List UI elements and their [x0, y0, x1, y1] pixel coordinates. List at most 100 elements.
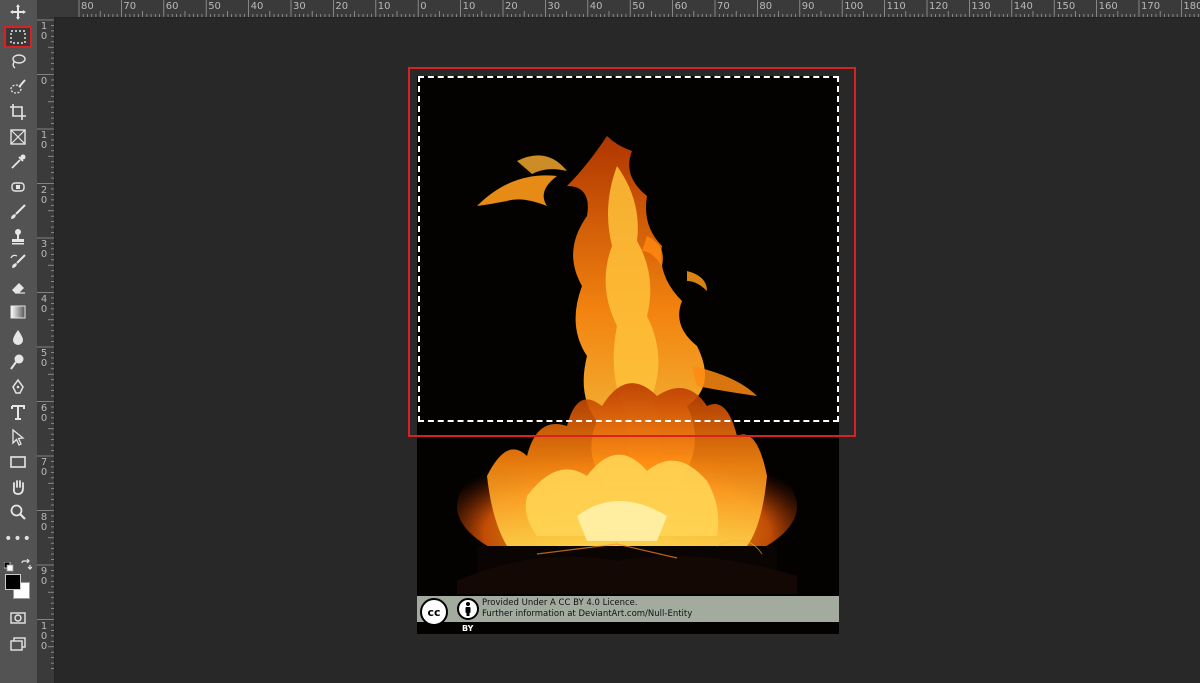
stamp-icon	[12, 229, 24, 245]
quick-select-tool-button[interactable]	[4, 76, 32, 98]
crop-icon	[10, 104, 26, 120]
quick-mask-icon	[10, 612, 26, 624]
ruler-label: 70	[40, 457, 48, 478]
ruler-label: 40	[589, 1, 603, 12]
tools-panel: •••	[0, 0, 38, 683]
ruler-label: 30	[40, 239, 48, 260]
arrow-icon	[12, 428, 25, 446]
ruler-label: 50	[632, 1, 645, 12]
frame-tool-button[interactable]	[4, 126, 32, 148]
ruler-label: 0	[420, 1, 427, 12]
ruler-label: 100	[844, 1, 864, 12]
default-colors-icon[interactable]	[3, 557, 14, 572]
type-tool-button[interactable]	[4, 401, 32, 423]
eraser-tool-button[interactable]	[4, 276, 32, 298]
ruler-label: 170	[1141, 1, 1161, 12]
ruler-label: 40	[40, 293, 48, 315]
move-tool-button[interactable]	[4, 1, 32, 23]
blur-tool-button[interactable]	[4, 326, 32, 348]
history-brush-icon	[10, 254, 26, 268]
screen-mode-icon	[10, 637, 26, 651]
ruler-label: 100	[40, 620, 48, 652]
license-line-2: Further information at DeviantArt.com/Nu…	[482, 609, 693, 619]
ruler-label: 0	[40, 75, 48, 87]
vertical-ruler[interactable]: 10 0 10 20 30 40 50 60 70 80 90 100	[37, 17, 55, 683]
rectangle-tool-button[interactable]	[4, 451, 32, 473]
ruler-label: 60	[165, 1, 179, 12]
gradient-tool-button[interactable]	[4, 301, 32, 323]
screen-mode-button[interactable]	[4, 633, 32, 655]
cc-logo: cc	[420, 598, 448, 626]
blur-drop-icon	[13, 330, 23, 345]
ruler-label: 30	[547, 1, 561, 12]
ruler-label: 90	[801, 1, 815, 12]
ruler-label: 20	[505, 1, 518, 12]
marquee-icon	[10, 30, 26, 44]
zoom-icon	[10, 504, 26, 520]
pen-icon	[12, 378, 24, 394]
ruler-label: 30	[293, 1, 306, 12]
attribution-person-icon	[457, 598, 479, 620]
ruler-label: 80	[81, 1, 94, 12]
license-watermark: cc BY Provided Under A CC BY 4.0 Licence…	[417, 594, 839, 634]
ruler-label: 150	[1056, 1, 1076, 12]
stamp-tool-button[interactable]	[4, 226, 32, 248]
ruler-label: 70	[717, 1, 730, 12]
move-icon	[10, 4, 26, 20]
healing-tool-button[interactable]	[4, 176, 32, 198]
quick-mask-button[interactable]	[4, 607, 32, 629]
ruler-label: 40	[250, 1, 264, 12]
crop-tool-button[interactable]	[4, 101, 32, 123]
quick-select-icon	[10, 79, 26, 94]
ruler-label: 80	[759, 1, 773, 12]
gradient-icon	[10, 305, 26, 319]
ruler-label: 50	[208, 1, 221, 12]
hand-tool-button[interactable]	[4, 476, 32, 498]
ruler-label: 120	[929, 1, 949, 12]
dodge-tool-button[interactable]	[4, 351, 32, 373]
eyedropper-tool-button[interactable]	[4, 151, 32, 173]
marquee-tool-button[interactable]	[4, 26, 32, 48]
ruler-label: 80	[40, 511, 48, 533]
rectangle-icon	[10, 456, 26, 468]
ruler-label: 140	[1013, 1, 1033, 12]
ruler-label: 180	[1183, 1, 1200, 12]
license-line-1: Provided Under A CC BY 4.0 Licence.	[482, 598, 638, 608]
horizontal-ruler[interactable]: 80 70 60 50 40 30 20 10 0 10 20 30 40 50 60 70 80 90 100 11…	[37, 0, 1200, 18]
ruler-label: 10	[377, 1, 391, 12]
lasso-tool-button[interactable]	[4, 50, 32, 72]
ruler-label: 130	[971, 1, 991, 12]
bandage-icon	[11, 182, 25, 192]
history-brush-tool-button[interactable]	[4, 251, 32, 273]
type-icon	[11, 405, 25, 420]
brush-tool-button[interactable]	[4, 201, 32, 223]
eyedropper-icon	[11, 154, 26, 169]
ruler-label: 90	[40, 566, 48, 587]
by-label: BY	[462, 624, 474, 633]
lasso-icon	[12, 54, 26, 69]
ruler-label: 60	[674, 1, 688, 12]
eraser-icon	[12, 283, 25, 294]
ruler-label: 60	[40, 402, 48, 424]
path-select-tool-button[interactable]	[4, 426, 32, 448]
ruler-label: 20	[40, 184, 48, 206]
ruler-label: 160	[1098, 1, 1118, 12]
swap-colors-icon[interactable]	[20, 556, 33, 570]
ruler-label: 10	[40, 21, 48, 42]
brush-icon	[11, 204, 26, 219]
more-dots-icon: •••	[4, 531, 32, 547]
foreground-color-swatch[interactable]	[5, 574, 21, 590]
fire-image	[417, 76, 839, 634]
zoom-tool-button[interactable]	[4, 501, 32, 523]
edit-toolbar-button[interactable]: •••	[4, 528, 32, 550]
frame-icon	[10, 129, 26, 145]
dodge-icon	[10, 354, 24, 370]
ruler-label: 70	[123, 1, 137, 12]
document-canvas[interactable]: cc BY Provided Under A CC BY 4.0 Licence…	[417, 76, 839, 634]
ruler-label: 10	[40, 130, 48, 151]
hand-icon	[12, 480, 24, 495]
ruler-label: 10	[462, 1, 476, 12]
ruler-label: 20	[335, 1, 349, 12]
ruler-label: 110	[886, 1, 906, 12]
pen-tool-button[interactable]	[4, 376, 32, 398]
